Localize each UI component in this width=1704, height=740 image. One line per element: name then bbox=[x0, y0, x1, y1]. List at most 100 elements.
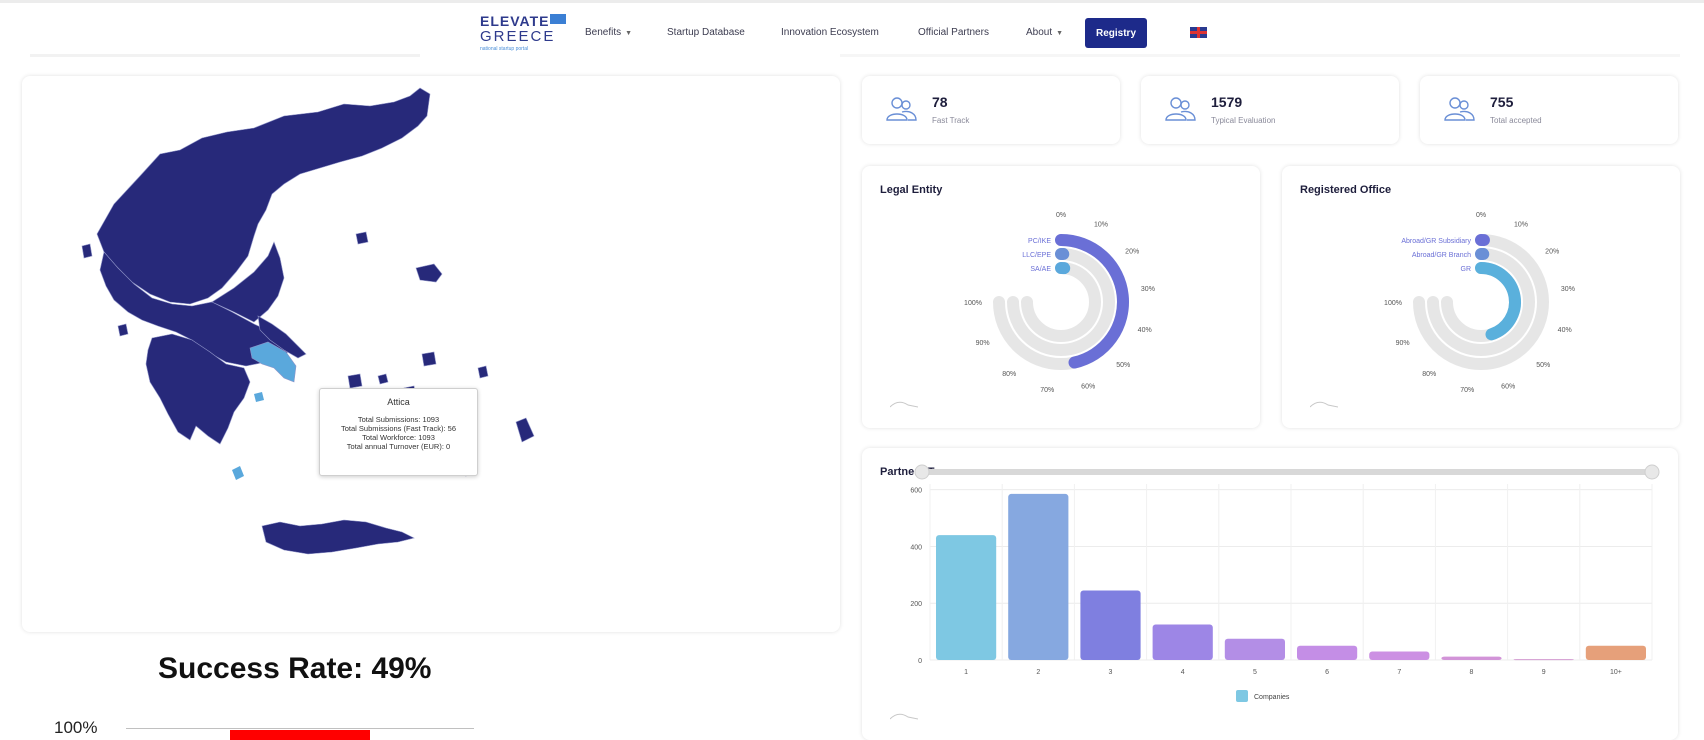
range-slider-handle bbox=[914, 464, 930, 480]
greece-map-card: Attica Total Submissions: 1093 Total Sub… bbox=[22, 76, 840, 632]
registered-office-radial-chart: 0% 10% 20% 30% 40% 50% 60% 70% 80% 90% 100% Abroad/… bbox=[1384, 212, 1575, 394]
map-island bbox=[117, 323, 129, 337]
legal-entity-card: Legal Entity 0% 10% 20% 30% 40% 50% 60% 70% 80% 9… bbox=[862, 166, 1260, 428]
x-tick-label: 3 bbox=[1109, 669, 1113, 676]
radial-tick-label: 90% bbox=[976, 340, 990, 347]
radial-tick-label: 60% bbox=[1501, 384, 1515, 391]
users-icon bbox=[1165, 97, 1196, 121]
y-tick-label: 600 bbox=[910, 488, 922, 495]
radial-tick-label: 30% bbox=[1141, 286, 1155, 293]
map-island bbox=[515, 417, 535, 443]
map-island bbox=[81, 243, 93, 259]
radial-tick-label: 50% bbox=[1536, 362, 1550, 369]
registry-button[interactable]: Registry bbox=[1085, 18, 1147, 48]
stat-value: 1579 bbox=[1211, 94, 1243, 110]
logo-line-1: ELEVATE bbox=[480, 13, 550, 29]
stat-label: Typical Evaluation bbox=[1211, 116, 1276, 125]
users-icon bbox=[886, 97, 917, 121]
partners-team-card: Partners/Team 020040060012345678910+Comp… bbox=[862, 448, 1678, 740]
navbar: ELEVATE GREECE national startup portal B… bbox=[0, 3, 1704, 55]
chart-menu-icon[interactable] bbox=[1310, 400, 1338, 408]
map-tooltip: Attica Total Submissions: 1093 Total Sub… bbox=[319, 388, 478, 476]
range-slider-handle bbox=[1644, 464, 1660, 480]
bar bbox=[1080, 590, 1141, 660]
radial-tick-label: 30% bbox=[1561, 286, 1575, 293]
radial-tick-label: 80% bbox=[1002, 371, 1016, 378]
x-tick-label: 9 bbox=[1542, 669, 1546, 676]
map-island bbox=[232, 466, 244, 480]
nav-item-official-partners[interactable]: Official Partners bbox=[918, 27, 989, 38]
map-island bbox=[347, 373, 363, 389]
stat-card-total-accepted: 755 Total accepted bbox=[1420, 76, 1678, 144]
stat-card-typical-evaluation: 1579 Typical Evaluation bbox=[1141, 76, 1399, 144]
stat-card-fast-track: 78 Fast Track bbox=[862, 76, 1120, 144]
radial-tick-label: 50% bbox=[1116, 362, 1130, 369]
users-icon bbox=[1444, 97, 1475, 121]
radial-tick-label: 0% bbox=[1056, 212, 1066, 219]
map-island bbox=[421, 351, 437, 367]
stat-value: 78 bbox=[932, 94, 948, 110]
nav-item-innovation-ecosystem[interactable]: Innovation Ecosystem bbox=[781, 27, 879, 38]
tooltip-line: Total Workforce: 1093 bbox=[362, 433, 435, 442]
logo-flag-icon bbox=[550, 14, 566, 24]
nav-item-about[interactable]: About ▼ bbox=[1026, 27, 1063, 38]
registered-office-card: Registered Office 0% 10% 20% 30% 40% 50% 60% 70… bbox=[1282, 166, 1680, 428]
x-tick-label: 2 bbox=[1036, 669, 1040, 676]
radial-series-label: SA/AE bbox=[1030, 266, 1051, 273]
radial-tick-label: 100% bbox=[1384, 300, 1402, 307]
x-tick-label: 6 bbox=[1325, 669, 1329, 676]
legal-entity-radial-chart: 0% 10% 20% 30% 40% 50% 60% 70% 80% 90% 100% PC/IKE L… bbox=[964, 212, 1155, 394]
radial-tick-label: 90% bbox=[1396, 340, 1410, 347]
radial-tick-label: 20% bbox=[1545, 248, 1559, 255]
stat-value: 755 bbox=[1490, 94, 1514, 110]
bar bbox=[1152, 624, 1213, 660]
bar bbox=[936, 535, 997, 660]
radial-tick-label: 100% bbox=[964, 300, 982, 307]
radial-series-label: PC/IKE bbox=[1028, 238, 1051, 245]
radial-tick-label: 40% bbox=[1138, 327, 1152, 334]
logo-line-2: GREECE bbox=[480, 28, 556, 45]
success-rate-bar bbox=[230, 730, 370, 740]
success-rate-title: Success Rate: 49% bbox=[158, 652, 432, 685]
y-tick-label: 200 bbox=[910, 601, 922, 608]
nav-item-startup-database[interactable]: Startup Database bbox=[667, 27, 745, 38]
radial-bar bbox=[1475, 262, 1521, 341]
x-tick-label: 8 bbox=[1470, 669, 1474, 676]
radial-tick-label: 0% bbox=[1476, 212, 1486, 219]
logo-line-3: national startup portal bbox=[480, 46, 529, 52]
radial-track bbox=[1021, 262, 1101, 342]
chevron-down-icon: ▼ bbox=[625, 30, 633, 37]
radial-tick-label: 10% bbox=[1094, 222, 1108, 229]
x-tick-label: 10+ bbox=[1610, 669, 1622, 676]
map-island bbox=[254, 392, 264, 402]
partners-team-bar-chart: 0 200 400 600 1 2 3 4 5 6 7 8 9 10+ Companies bbox=[910, 464, 1660, 702]
nav-item-benefits[interactable]: Benefits ▼ bbox=[585, 27, 632, 38]
elevate-greece-logo[interactable]: ELEVATE GREECE national startup portal bbox=[480, 13, 566, 53]
map-island bbox=[415, 263, 443, 283]
uk-flag-icon[interactable] bbox=[1190, 27, 1207, 38]
radial-tick-label: 10% bbox=[1514, 222, 1528, 229]
bar bbox=[1441, 656, 1502, 660]
bar bbox=[1369, 651, 1430, 660]
x-tick-label: 1 bbox=[964, 669, 968, 676]
map-island bbox=[355, 231, 369, 245]
map-island bbox=[377, 373, 389, 385]
x-tick-label: 4 bbox=[1181, 669, 1185, 676]
radial-series-label: GR bbox=[1461, 266, 1472, 273]
legend-label: Companies bbox=[1254, 694, 1290, 701]
radial-tick-label: 70% bbox=[1040, 387, 1054, 394]
success-rate-axis-label: 100% bbox=[54, 718, 98, 737]
radial-tick-label: 60% bbox=[1081, 384, 1095, 391]
radial-series-label: LLC/EPE bbox=[1022, 252, 1051, 259]
radial-series-label: Abroad/GR Subsidiary bbox=[1401, 238, 1471, 245]
x-tick-label: 7 bbox=[1397, 669, 1401, 676]
y-tick-label: 400 bbox=[910, 544, 922, 551]
divider bbox=[30, 54, 420, 57]
chart-menu-icon[interactable] bbox=[890, 400, 918, 408]
chart-menu-icon[interactable] bbox=[890, 712, 918, 720]
legend-marker bbox=[1236, 690, 1248, 702]
map-region[interactable] bbox=[261, 519, 415, 555]
stat-label: Total accepted bbox=[1490, 116, 1542, 125]
tooltip-line: Total Submissions (Fast Track): 56 bbox=[340, 424, 457, 433]
x-tick-label: 5 bbox=[1253, 669, 1257, 676]
